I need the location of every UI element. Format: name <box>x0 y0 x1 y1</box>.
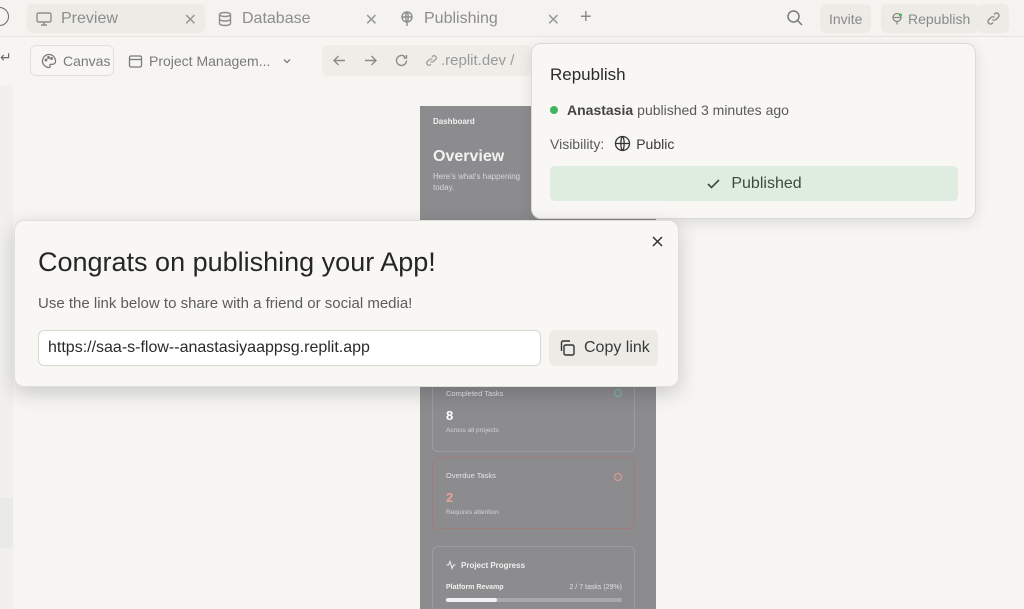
republish-icon <box>890 12 904 26</box>
close-icon[interactable]: ✕ <box>547 10 560 30</box>
project-progress-title: Project Progress <box>446 560 525 570</box>
tab-label: Preview <box>61 9 118 27</box>
published-button[interactable]: Published <box>550 166 958 201</box>
forward-arrow-icon[interactable] <box>363 53 378 68</box>
share-link-input[interactable] <box>38 330 541 366</box>
url-link-icon <box>425 54 438 67</box>
preview-subtitle: Here's what's happening today. <box>433 172 521 192</box>
panel-toggle-icon[interactable] <box>0 7 9 26</box>
preview-breadcrumb: Dashboard <box>433 117 475 126</box>
card-title: Overdue Tasks <box>446 471 496 480</box>
dialog-title: Congrats on publishing your App! <box>38 247 436 277</box>
invite-label: Invite <box>829 10 863 27</box>
url-bar[interactable]: .replit.dev / <box>322 45 532 76</box>
congrats-dialog: Congrats on publishing your App! Use the… <box>14 220 679 387</box>
republish-popover: Republish Anastasia published 3 minutes … <box>531 43 976 219</box>
project-label: Project Managem... <box>149 53 271 69</box>
copy-link-button[interactable]: Copy link <box>549 330 658 366</box>
globe-icon <box>614 135 631 152</box>
published-label: Published <box>731 174 802 192</box>
window-icon <box>128 54 143 68</box>
republish-label: Republish <box>908 10 971 27</box>
progress-bar-fill <box>446 598 498 602</box>
back-arrow-icon[interactable] <box>332 53 347 68</box>
monitor-icon <box>35 10 53 28</box>
tab-label: Publishing <box>424 9 498 27</box>
search-icon[interactable] <box>786 9 804 32</box>
close-icon[interactable]: ✕ <box>365 10 378 30</box>
close-icon[interactable] <box>651 235 664 248</box>
card-sub: Requires attention <box>446 509 499 516</box>
chevron-down-icon <box>282 56 298 66</box>
card-sub: Across all projects <box>446 427 499 434</box>
dialog-subtitle: Use the link below to share with a frien… <box>38 295 413 312</box>
publisher-name: Anastasia <box>567 102 634 118</box>
project-selector[interactable]: Project Managem... <box>128 50 298 72</box>
visibility-row: Visibility: Public <box>550 135 674 152</box>
expand-arrow-icon[interactable]: ↵ <box>0 49 12 66</box>
link-button[interactable] <box>978 4 1009 33</box>
tab-preview[interactable]: Preview ✕ <box>27 4 205 33</box>
card-value: 8 <box>446 408 454 423</box>
tab-database[interactable]: Database ✕ <box>210 4 386 33</box>
palette-icon <box>41 53 57 68</box>
tab-publishing[interactable]: Publishing ✕ <box>392 4 568 33</box>
publish-status: Anastasia published 3 minutes ago <box>550 102 789 118</box>
activity-icon <box>446 560 456 570</box>
url-text: .replit.dev / <box>441 52 515 69</box>
republish-button[interactable]: Republish <box>881 4 980 33</box>
publish-time: published 3 minutes ago <box>637 102 789 118</box>
reload-icon[interactable] <box>394 53 409 68</box>
visibility-label: Visibility: <box>550 135 605 152</box>
copy-link-label: Copy link <box>584 339 650 356</box>
link-icon <box>986 11 1001 26</box>
republish-title: Republish <box>550 65 626 84</box>
project-progress-card: Project Progress Platform Revamp 2 / 7 t… <box>432 546 635 609</box>
card-title: Completed Tasks <box>446 389 504 398</box>
database-icon <box>216 10 234 28</box>
close-icon[interactable]: ✕ <box>184 10 197 30</box>
check-circle-icon <box>614 389 622 397</box>
stat-card-overdue: Overdue Tasks 2 Requires attention <box>432 457 635 529</box>
preview-heading: Overview <box>433 148 505 165</box>
canvas-label: Canvas <box>63 52 111 69</box>
copy-icon <box>560 340 575 356</box>
status-dot-icon <box>550 106 558 114</box>
sidebar-item[interactable] <box>0 498 13 548</box>
progress-item-name: Platform Revamp <box>446 584 504 591</box>
canvas-button[interactable]: Canvas <box>30 45 114 76</box>
progress-bar <box>446 598 622 602</box>
tab-label: Database <box>242 9 311 27</box>
check-icon <box>707 179 720 189</box>
new-tab-plus-icon[interactable]: + <box>580 6 592 29</box>
stat-card-completed: Completed Tasks 8 Across all projects <box>432 376 635 452</box>
visibility-value[interactable]: Public <box>636 136 674 152</box>
publishing-icon <box>398 10 416 28</box>
tab-bar: Preview ✕ Database ✕ Publishing ✕ + Invi… <box>0 0 1024 37</box>
invite-button[interactable]: Invite <box>820 4 872 33</box>
card-value: 2 <box>446 490 454 505</box>
alert-circle-icon <box>614 473 622 481</box>
progress-item-value: 2 / 7 tasks (29%) <box>569 584 622 591</box>
